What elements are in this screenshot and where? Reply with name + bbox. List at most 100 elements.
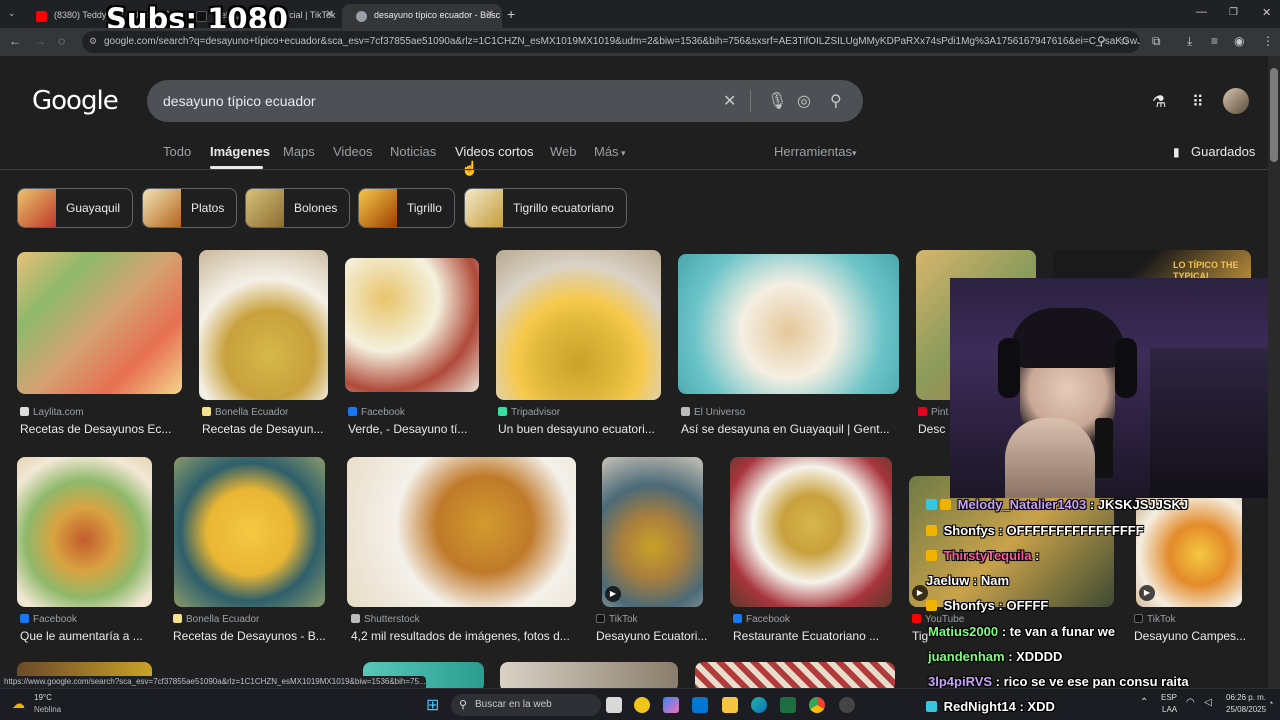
result-image[interactable] [500, 662, 678, 688]
chip-guayaquil[interactable]: Guayaquil [17, 188, 134, 228]
task-view-icon[interactable] [606, 697, 622, 713]
close-tab-icon[interactable]: ✕ [326, 9, 334, 20]
app-icon[interactable] [839, 697, 855, 713]
result-title[interactable]: Desayuno Campes... [1134, 629, 1264, 643]
back-arrow-icon[interactable]: ← [9, 34, 21, 48]
tools-button[interactable]: Herramientas [774, 144, 852, 159]
copilot-icon[interactable] [663, 697, 679, 713]
clear-icon[interactable]: ✕ [723, 91, 736, 111]
file-explorer-icon[interactable] [722, 697, 738, 713]
result-source[interactable]: Facebook [348, 407, 405, 418]
result-source[interactable]: Shutterstock [351, 614, 420, 625]
address-bar[interactable]: ⚙ google.com/search?q=desayuno+típico+ec… [82, 31, 1140, 53]
result-source[interactable]: Pint [918, 407, 948, 418]
menu-dots-icon[interactable]: ⋮ [1262, 34, 1274, 48]
result-source[interactable]: TikTok [1134, 614, 1176, 625]
apps-grid-icon[interactable]: ⠿ [1192, 92, 1204, 112]
start-windows-icon[interactable]: ⊞ [426, 695, 439, 715]
result-source[interactable]: Bonella Ecuador [202, 407, 288, 418]
microphone-icon[interactable]: 🎙 [767, 91, 787, 111]
download-icon[interactable]: ⤓ [1187, 34, 1192, 49]
result-title[interactable]: Un buen desayuno ecuatori... [498, 422, 663, 436]
result-source[interactable]: El Universo [681, 407, 745, 418]
labs-flask-icon[interactable]: ⚗ [1152, 92, 1166, 112]
result-title[interactable]: 4,2 mil resultados de imágenes, fotos d.… [351, 629, 576, 643]
notifications-icon[interactable]: ◔ [1268, 698, 1273, 708]
result-title[interactable]: Así se desayuna en Guayaquil | Gent... [681, 422, 901, 436]
language-indicator[interactable]: ESP [1161, 693, 1177, 702]
tab-noticias[interactable]: Noticias [390, 144, 436, 159]
tab-imagenes[interactable]: Imágenes [210, 144, 270, 159]
clock-time[interactable]: 06:26 p. m. [1226, 693, 1266, 702]
zoom-icon[interactable]: ⚲ [1097, 34, 1106, 48]
result-image[interactable] [678, 254, 899, 394]
scrollbar-thumb[interactable] [1270, 68, 1278, 162]
result-image[interactable] [345, 258, 479, 392]
result-title[interactable]: Verde, - Desayuno tí... [348, 422, 483, 436]
result-source[interactable]: Laylita.com [20, 407, 84, 418]
close-window-icon[interactable]: ✕ [1262, 6, 1271, 19]
site-info-icon[interactable]: ⚙ [89, 36, 97, 47]
google-logo[interactable]: Google [32, 86, 119, 116]
chip-tigrillo[interactable]: Tigrillo [358, 188, 455, 228]
tab-videos-cortos[interactable]: Videos cortos [455, 144, 534, 159]
chevron-up-icon[interactable]: ⌃ [1140, 697, 1148, 708]
forward-arrow-icon[interactable]: → [34, 34, 46, 48]
excel-icon[interactable] [780, 697, 796, 713]
tab-web[interactable]: Web [550, 144, 577, 159]
tab-maps[interactable]: Maps [283, 144, 315, 159]
result-source[interactable]: Tripadvisor [498, 407, 560, 418]
result-image[interactable] [730, 457, 892, 607]
maximize-icon[interactable]: ❐ [1229, 7, 1238, 18]
result-title[interactable]: Desc [918, 422, 950, 436]
chrome-icon[interactable] [809, 697, 825, 713]
extensions-icon[interactable]: ⧉ [1152, 34, 1161, 49]
result-image[interactable] [496, 250, 661, 400]
result-image[interactable] [199, 250, 328, 400]
tab-search-icon[interactable]: ⌄ [8, 8, 16, 19]
tab-videos[interactable]: Videos [333, 144, 373, 159]
chip-platos[interactable]: Platos [142, 188, 238, 228]
result-image[interactable] [17, 252, 182, 394]
result-source[interactable]: Facebook [733, 614, 790, 625]
weather-temp[interactable]: 19°C [34, 693, 52, 702]
new-tab-button[interactable]: + [507, 6, 515, 22]
bookmark-star-icon[interactable]: ☆ [1119, 34, 1130, 48]
lens-icon[interactable]: ◎ [797, 91, 811, 111]
avatar[interactable] [1223, 88, 1249, 114]
volume-icon[interactable]: ◁ [1204, 697, 1212, 708]
edge-icon[interactable] [751, 697, 767, 713]
tab-mas[interactable]: Más [594, 144, 619, 159]
result-image[interactable] [174, 457, 325, 607]
search-input[interactable]: desayuno típico ecuador [163, 93, 316, 109]
search-icon[interactable]: ⚲ [830, 91, 842, 111]
saved-button[interactable]: Guardados [1191, 144, 1255, 159]
result-title[interactable]: Recetas de Desayunos Ec... [20, 422, 185, 436]
result-image[interactable]: ▶ [602, 457, 703, 607]
search-box[interactable]: desayuno típico ecuador ✕ 🎙 ◎ ⚲ [147, 80, 863, 122]
result-source[interactable]: TikTok [596, 614, 638, 625]
result-title[interactable]: Que le aumentaría a ... [20, 629, 155, 643]
tab-google-search[interactable]: desayuno típico ecuador - Busc ✕ [342, 4, 502, 28]
loading-icon[interactable]: ◌ [58, 34, 65, 48]
taskbar-search[interactable]: ⚲ Buscar en la web [451, 694, 601, 716]
result-source[interactable]: Bonella Ecuador [173, 614, 259, 625]
store-icon[interactable] [692, 697, 708, 713]
media-icon[interactable]: ≡ [1211, 34, 1218, 48]
chip-bolones[interactable]: Bolones [245, 188, 351, 228]
result-title[interactable]: Recetas de Desayunos - B... [173, 629, 331, 643]
chip-tigrillo-ecuatoriano[interactable]: Tigrillo ecuatoriano [464, 188, 627, 228]
result-image[interactable] [17, 457, 152, 607]
result-title[interactable]: Restaurante Ecuatoriano ... [733, 629, 893, 643]
result-image[interactable] [347, 457, 576, 607]
app-icon[interactable] [634, 697, 650, 713]
close-tab-icon[interactable]: ✕ [486, 9, 494, 20]
profile-icon[interactable]: ◉ [1234, 34, 1244, 48]
result-title[interactable]: Desayuno Ecuatori... [596, 629, 711, 643]
tab-todo[interactable]: Todo [163, 144, 191, 159]
result-image[interactable] [695, 662, 895, 688]
result-title[interactable]: Recetas de Desayun... [202, 422, 332, 436]
wifi-icon[interactable]: ◠ [1186, 697, 1195, 708]
minimize-icon[interactable]: — [1196, 6, 1207, 18]
result-source[interactable]: Facebook [20, 614, 77, 625]
